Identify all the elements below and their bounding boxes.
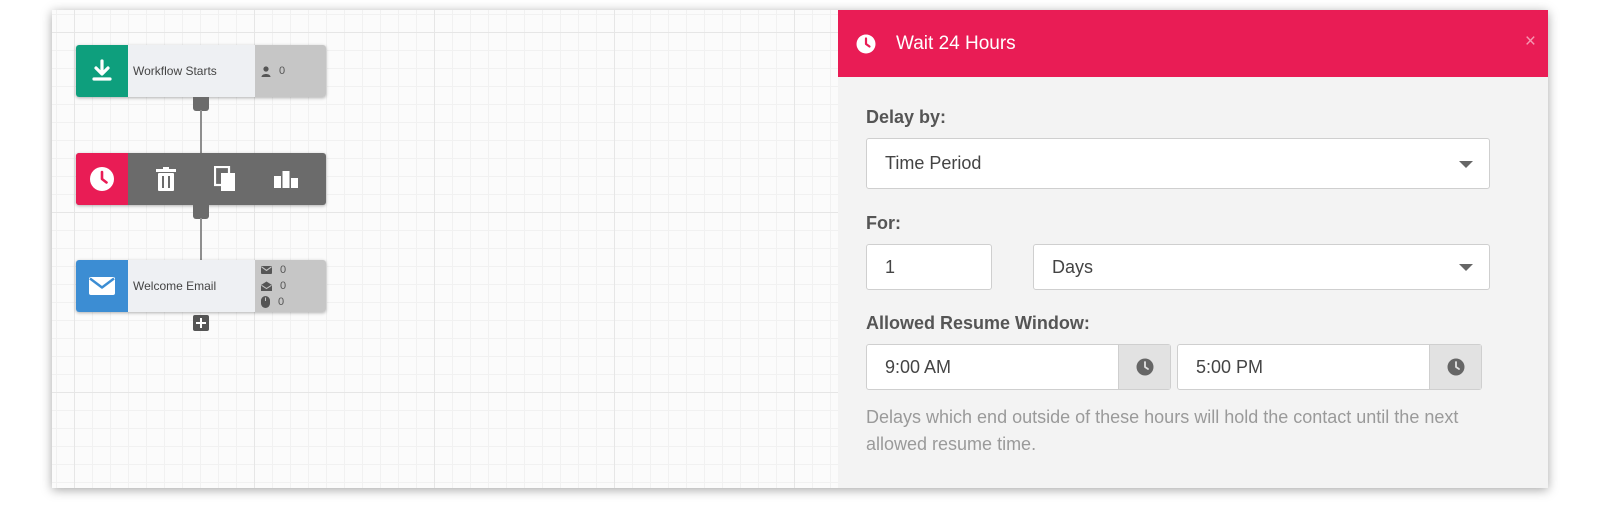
connector-knob[interactable]: [193, 205, 209, 219]
chevron-down-icon: [1459, 264, 1473, 271]
clock-icon: [1136, 358, 1153, 376]
panel-header: Wait 24 Hours ×: [838, 10, 1548, 77]
time-picker-button[interactable]: [1118, 345, 1170, 389]
resume-window-label: Allowed Resume Window:: [866, 313, 1090, 333]
for-unit-value: Days: [1052, 256, 1094, 277]
sent-count: 0: [280, 264, 287, 276]
person-icon: [261, 65, 271, 77]
resume-end-value: 5:00 PM: [1196, 356, 1264, 377]
resume-start-value: 9:00 AM: [885, 356, 952, 377]
connector-line: [200, 110, 202, 154]
start-node-label: Workflow Starts: [128, 45, 255, 97]
copy-icon[interactable]: [213, 166, 236, 192]
for-label: For:: [866, 213, 901, 233]
workflow-canvas[interactable]: Workflow Starts 0 Welcome Email 0 0 0: [52, 10, 855, 488]
clock-icon: [856, 34, 876, 53]
add-step-button[interactable]: [193, 315, 209, 331]
clicked-stat: 0: [261, 294, 326, 310]
email-icon-box: [76, 260, 128, 312]
delay-by-label: Delay by:: [866, 107, 947, 127]
wait-node[interactable]: [76, 153, 326, 205]
envelope-open-icon: [261, 281, 272, 291]
for-amount-input[interactable]: 1: [866, 244, 992, 290]
contacts-count: 0: [279, 65, 286, 77]
plus-icon: [196, 318, 206, 328]
contacts-stat: 0: [261, 63, 326, 79]
welcome-email-node[interactable]: Welcome Email 0 0 0: [76, 260, 326, 312]
mouse-icon: [261, 296, 270, 308]
trash-icon[interactable]: [155, 167, 177, 191]
resume-end-input[interactable]: 5:00 PM: [1177, 344, 1482, 390]
time-picker-button[interactable]: [1429, 345, 1481, 389]
chevron-down-icon: [1459, 160, 1473, 168]
email-node-stats: 0 0 0: [255, 260, 326, 312]
clicked-count: 0: [278, 296, 285, 308]
start-node-stats: 0: [255, 45, 326, 97]
clock-icon: [1447, 358, 1464, 376]
connector-knob[interactable]: [193, 97, 209, 111]
resume-start-input[interactable]: 9:00 AM: [866, 344, 1171, 390]
for-amount-value: 1: [885, 256, 896, 277]
bar-chart-icon[interactable]: [273, 170, 299, 188]
connector-line: [200, 218, 202, 261]
opened-stat: 0: [261, 278, 326, 294]
close-button[interactable]: ×: [1525, 32, 1536, 51]
workflow-start-node[interactable]: Workflow Starts 0: [76, 45, 326, 97]
delay-by-select[interactable]: Time Period: [866, 138, 1490, 189]
envelope-closed-icon: [261, 266, 272, 274]
email-node-label: Welcome Email: [128, 260, 255, 312]
envelope-icon: [89, 277, 115, 295]
resume-window-help-text: Delays which end outside of these hours …: [866, 407, 1459, 454]
delay-by-value: Time Period: [885, 153, 982, 173]
app-window: Workflow Starts 0 Welcome Email 0 0 0 Wa…: [52, 10, 1548, 488]
panel-title: Wait 24 Hours: [896, 32, 1016, 54]
wait-icon-box: [76, 153, 128, 205]
start-icon-box: [76, 45, 128, 97]
opened-count: 0: [280, 280, 287, 292]
download-arrow-icon: [92, 59, 112, 81]
wait-settings-panel: Wait 24 Hours × Delay by: Time Period Fo…: [838, 10, 1548, 488]
for-unit-select[interactable]: Days: [1033, 244, 1490, 290]
clock-icon: [90, 167, 114, 191]
sent-stat: 0: [261, 262, 326, 278]
wait-node-actions: [128, 153, 326, 205]
